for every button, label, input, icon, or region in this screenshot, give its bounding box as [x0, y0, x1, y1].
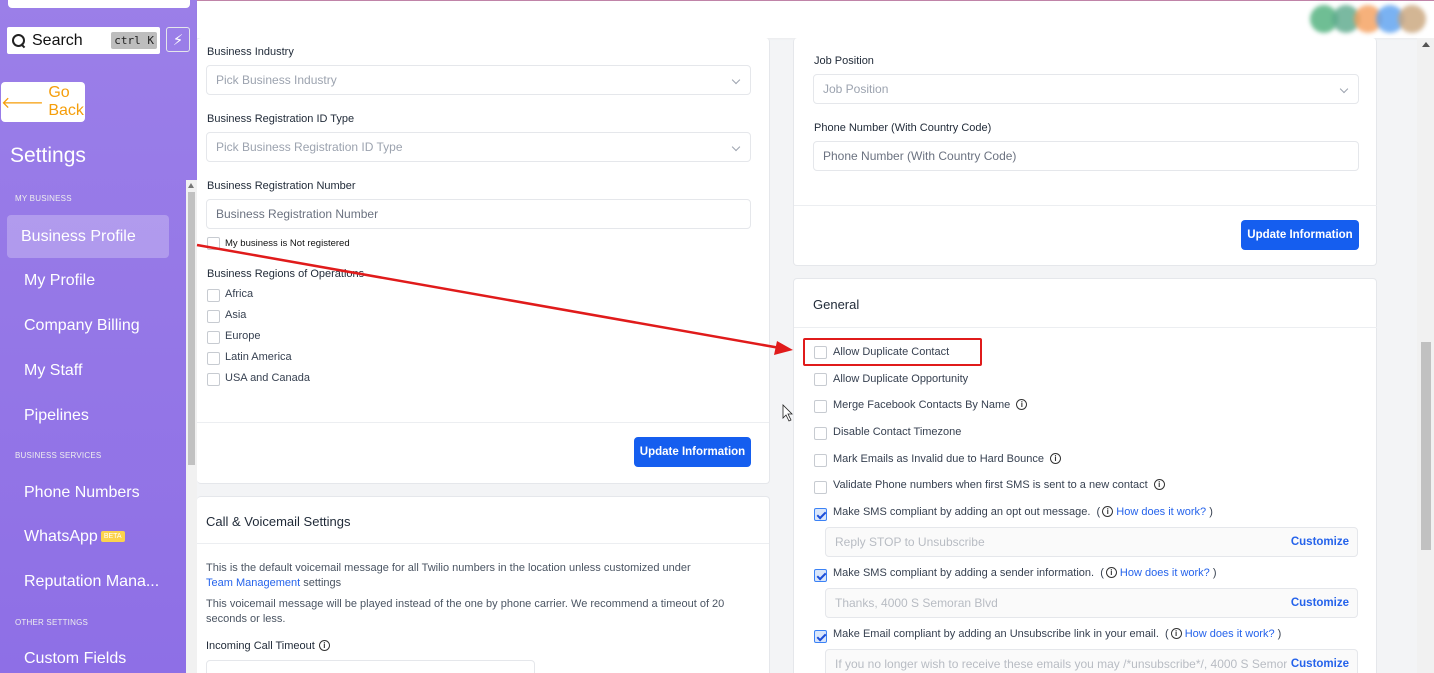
- mouse-cursor-icon: [782, 404, 793, 422]
- arrow-head: [774, 341, 793, 355]
- arrow-line: [196, 243, 781, 350]
- annotation-arrow: [196, 243, 793, 422]
